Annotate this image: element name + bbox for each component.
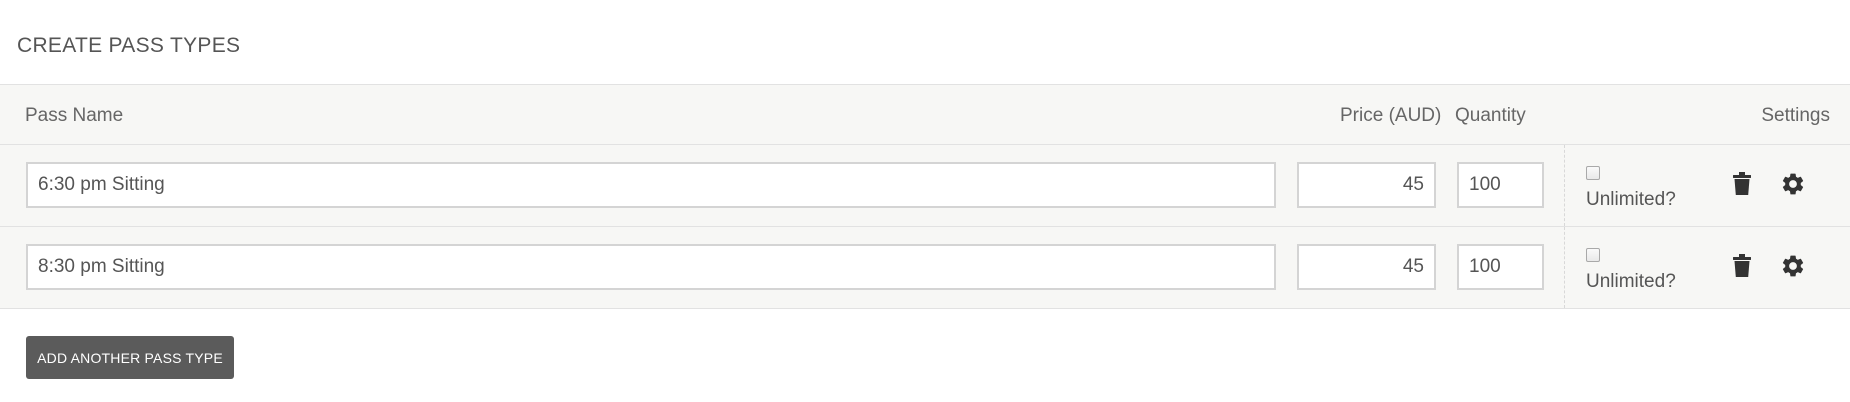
unlimited-label: Unlimited? [1586, 189, 1676, 210]
quantity-input[interactable] [1457, 162, 1544, 208]
unlimited-label: Unlimited? [1586, 271, 1676, 292]
gear-icon[interactable] [1780, 252, 1806, 280]
table-row: Unlimited? [0, 145, 1850, 227]
pass-types-table: Pass Name Price (AUD) Quantity Settings … [0, 84, 1850, 309]
column-divider [1564, 145, 1565, 226]
header-pass-name: Pass Name [25, 105, 124, 126]
trash-icon[interactable] [1729, 252, 1755, 280]
header-price: Price (AUD) [1340, 105, 1442, 126]
table-row: Unlimited? [0, 227, 1850, 309]
pass-name-input[interactable] [26, 244, 1276, 290]
section-title: CREATE PASS TYPES [17, 34, 241, 57]
price-input[interactable] [1297, 244, 1436, 290]
header-settings: Settings [1761, 105, 1830, 126]
unlimited-checkbox[interactable] [1586, 248, 1600, 262]
add-pass-type-button[interactable]: ADD ANOTHER PASS TYPE [26, 336, 234, 379]
gear-icon[interactable] [1780, 170, 1806, 198]
pass-name-input[interactable] [26, 162, 1276, 208]
unlimited-checkbox[interactable] [1586, 166, 1600, 180]
table-header: Pass Name Price (AUD) Quantity Settings [0, 85, 1850, 145]
trash-icon[interactable] [1729, 170, 1755, 198]
column-divider [1564, 227, 1565, 308]
price-input[interactable] [1297, 162, 1436, 208]
quantity-input[interactable] [1457, 244, 1544, 290]
header-quantity: Quantity [1455, 105, 1526, 126]
